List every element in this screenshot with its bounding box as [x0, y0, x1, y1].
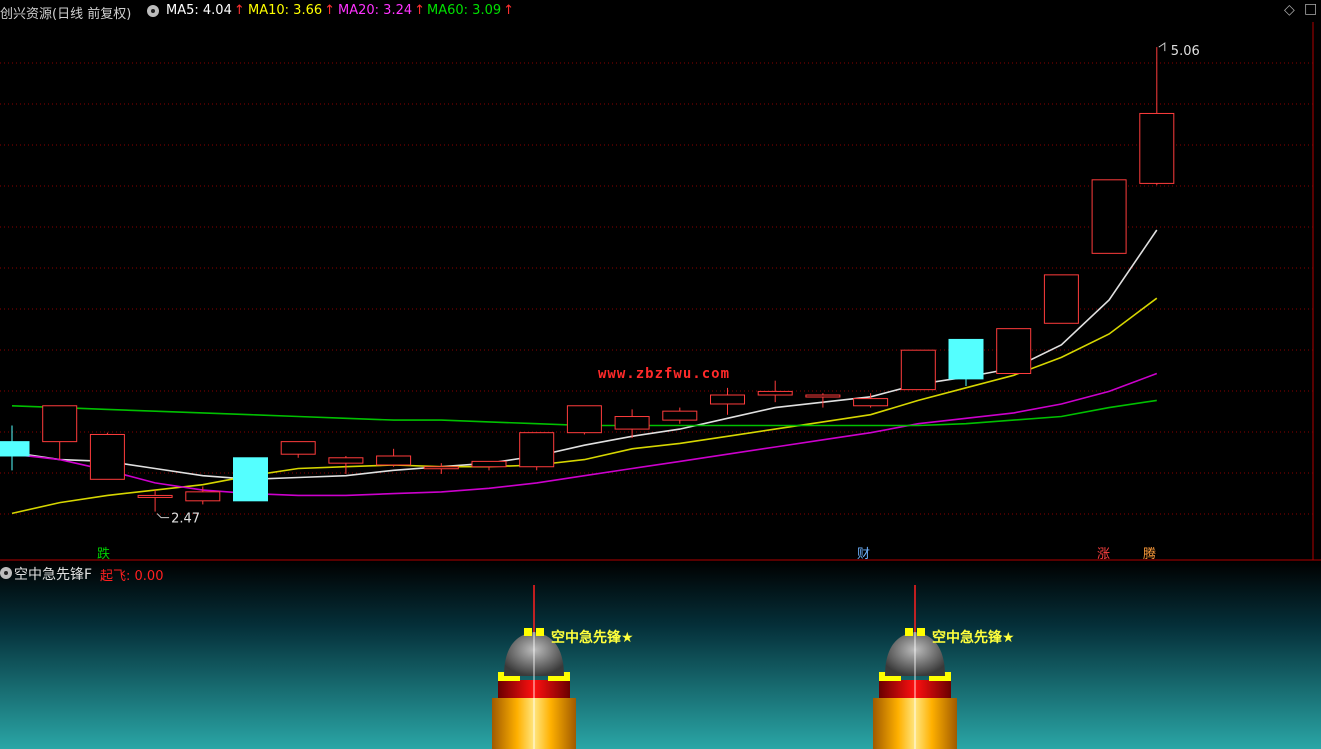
- candle: [662, 407, 698, 424]
- candle: [996, 328, 1032, 374]
- stock-title: 创兴资源(日线 前复权): [0, 3, 131, 22]
- candle: [423, 463, 459, 474]
- rocket-tip-left: [524, 628, 532, 636]
- ma20-value: 3.24: [383, 3, 413, 18]
- candle-body-up: [328, 457, 364, 464]
- candle-body-up: [89, 433, 125, 480]
- candle-body-up: [423, 466, 459, 470]
- candle-body-up: [137, 494, 173, 498]
- up-arrow-icon: ↑: [233, 3, 245, 18]
- indicator-panel: [0, 561, 1321, 749]
- candle-body-down: [0, 441, 30, 457]
- candle: [42, 405, 78, 460]
- candle: [1091, 179, 1127, 254]
- candle: [566, 405, 602, 435]
- candle-body-up: [662, 410, 698, 421]
- candle: [137, 490, 173, 512]
- candle: [757, 380, 793, 403]
- candle: [900, 349, 936, 391]
- candle-body-down: [948, 338, 984, 380]
- ma20-label: MA20:: [338, 3, 380, 18]
- ma5-value: 4.04: [202, 3, 232, 18]
- candle-body-up: [471, 460, 507, 468]
- candle: [519, 432, 555, 471]
- candle-body-down: [233, 457, 268, 502]
- indicator-param: 起飞: 0.00: [100, 565, 163, 584]
- marker-finance: 财: [857, 547, 871, 562]
- candle-body-up: [185, 491, 221, 502]
- high-label: 5.06: [1171, 44, 1200, 59]
- indicator-name: 空中急先锋F: [14, 567, 93, 583]
- watermark: www.zbzfwu.com: [598, 366, 731, 382]
- candle-body-up: [1091, 179, 1127, 254]
- candle-body-up: [996, 328, 1032, 374]
- candle-body-up: [757, 390, 793, 396]
- candle: [280, 441, 316, 458]
- signal-label-2: 空中急先锋★: [932, 630, 1015, 646]
- ma60-label: MA60:: [427, 3, 469, 18]
- candle: [1139, 47, 1175, 186]
- up-arrow-icon: ↑: [414, 3, 426, 18]
- candle-body-up: [376, 455, 412, 466]
- signal-label-1: 空中急先锋★: [551, 630, 634, 646]
- marker-fall: 跌: [97, 547, 111, 562]
- grid: [0, 22, 1321, 561]
- candle-body-up: [280, 441, 316, 455]
- period-label: (日线 前复权): [52, 7, 132, 22]
- stock-name: 创兴资源: [0, 7, 53, 22]
- candle: [233, 457, 268, 502]
- candle: [710, 387, 745, 415]
- candle-body-up: [566, 405, 602, 434]
- ma5-label: MA5:: [166, 3, 199, 18]
- moving-averages: [11, 229, 1158, 515]
- candle: [948, 338, 984, 387]
- candle-body-up: [805, 394, 841, 398]
- candle-body-up: [1043, 274, 1079, 324]
- candles: [0, 47, 1175, 512]
- low-pointer: [156, 513, 170, 519]
- ma60-value: 3.09: [472, 3, 502, 18]
- rocket-tip-left: [905, 628, 913, 636]
- low-label: 2.47: [171, 512, 200, 527]
- candle-body-up: [900, 349, 936, 391]
- marker-rise: 涨: [1097, 547, 1111, 562]
- ma10-readout: MA10: 3.66 ↑: [248, 3, 335, 18]
- candle: [1043, 274, 1079, 324]
- candle: [185, 486, 221, 505]
- ma20-readout: MA20: 3.24 ↑: [338, 3, 425, 18]
- series-ma5: [11, 229, 1158, 481]
- ma60-readout: MA60: 3.09 ↑: [427, 3, 514, 18]
- param-value: 0.00: [134, 569, 164, 584]
- candle-body-up: [42, 405, 78, 443]
- candle-body-up: [853, 398, 889, 407]
- candle: [89, 432, 125, 480]
- marker-soar: 腾: [1143, 547, 1157, 562]
- candle: [328, 455, 364, 474]
- window-toggle-icon[interactable]: □: [1304, 1, 1317, 17]
- ma10-value: 3.66: [293, 3, 323, 18]
- candle: [376, 448, 412, 467]
- rocket-tip-right: [917, 628, 925, 636]
- candle-body-up: [519, 432, 555, 468]
- up-arrow-icon: ↑: [324, 3, 336, 18]
- candle-body-up: [614, 416, 650, 430]
- param-label: 起飞:: [100, 569, 131, 584]
- indicator-gear-icon[interactable]: [0, 567, 12, 579]
- candle-body-up: [1139, 112, 1175, 184]
- candle-body-up: [710, 394, 745, 405]
- ma5-readout: MA5: 4.04 ↑: [166, 3, 245, 18]
- ma10-label: MA10:: [248, 3, 290, 18]
- candle: [853, 393, 889, 408]
- rocket-tip-right: [536, 628, 544, 636]
- indicator-background: [0, 561, 1321, 749]
- diamond-icon[interactable]: ◇: [1284, 2, 1295, 18]
- candle: [471, 460, 507, 471]
- settings-gear-icon[interactable]: [147, 5, 159, 17]
- up-arrow-icon: ↑: [503, 3, 515, 18]
- high-pointer: [1158, 42, 1166, 52]
